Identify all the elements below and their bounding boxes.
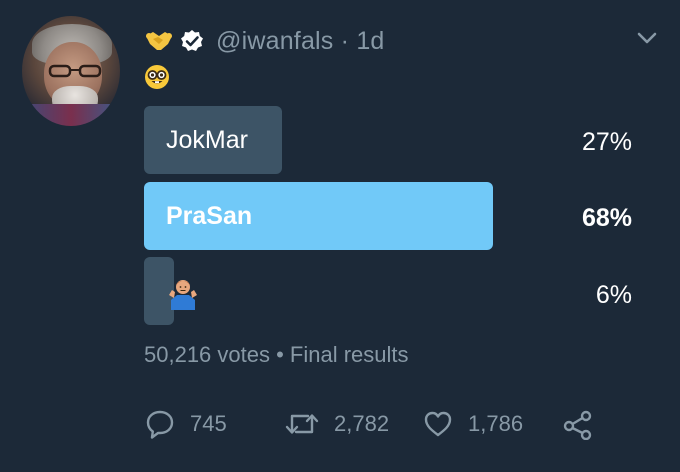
nerd-face-emoji bbox=[145, 65, 169, 89]
retweet-count: 2,782 bbox=[334, 411, 390, 436]
tweet-header: @iwanfals · 1d bbox=[144, 24, 385, 58]
author-handle-and-time[interactable]: @iwanfals · 1d bbox=[216, 27, 385, 56]
reply-button[interactable]: 745 bbox=[144, 406, 227, 442]
retweet-button[interactable]: 2,782 bbox=[284, 406, 389, 442]
avatar-glasses bbox=[48, 64, 102, 78]
heart-icon bbox=[424, 411, 452, 437]
reply-icon bbox=[146, 410, 174, 439]
like-count: 1,786 bbox=[468, 411, 524, 436]
share-button[interactable] bbox=[562, 406, 594, 442]
profile-avatar[interactable] bbox=[22, 16, 120, 126]
poll-option-bar-2-winner: PraSan bbox=[144, 182, 493, 250]
like-button[interactable]: 1,786 bbox=[422, 406, 523, 442]
share-icon bbox=[563, 410, 592, 440]
poll-summary: 50,216 votes • Final results bbox=[144, 342, 409, 367]
chevron-down-icon[interactable] bbox=[634, 28, 660, 48]
handshake-icon bbox=[146, 32, 172, 50]
retweet-icon bbox=[285, 414, 319, 434]
verified-badge-icon bbox=[181, 30, 203, 51]
poll-option-percent: 6% bbox=[595, 281, 632, 309]
poll-option-label: JokMar bbox=[166, 125, 248, 154]
person-shrugging-emoji bbox=[169, 280, 197, 310]
reply-count: 745 bbox=[190, 411, 227, 436]
poll-option-percent: 68% bbox=[581, 204, 632, 232]
poll-option-percent: 27% bbox=[581, 128, 632, 156]
poll-option-label: PraSan bbox=[166, 201, 253, 230]
avatar-shirt bbox=[22, 104, 120, 126]
poll-option-bar-1: JokMar bbox=[144, 106, 282, 174]
